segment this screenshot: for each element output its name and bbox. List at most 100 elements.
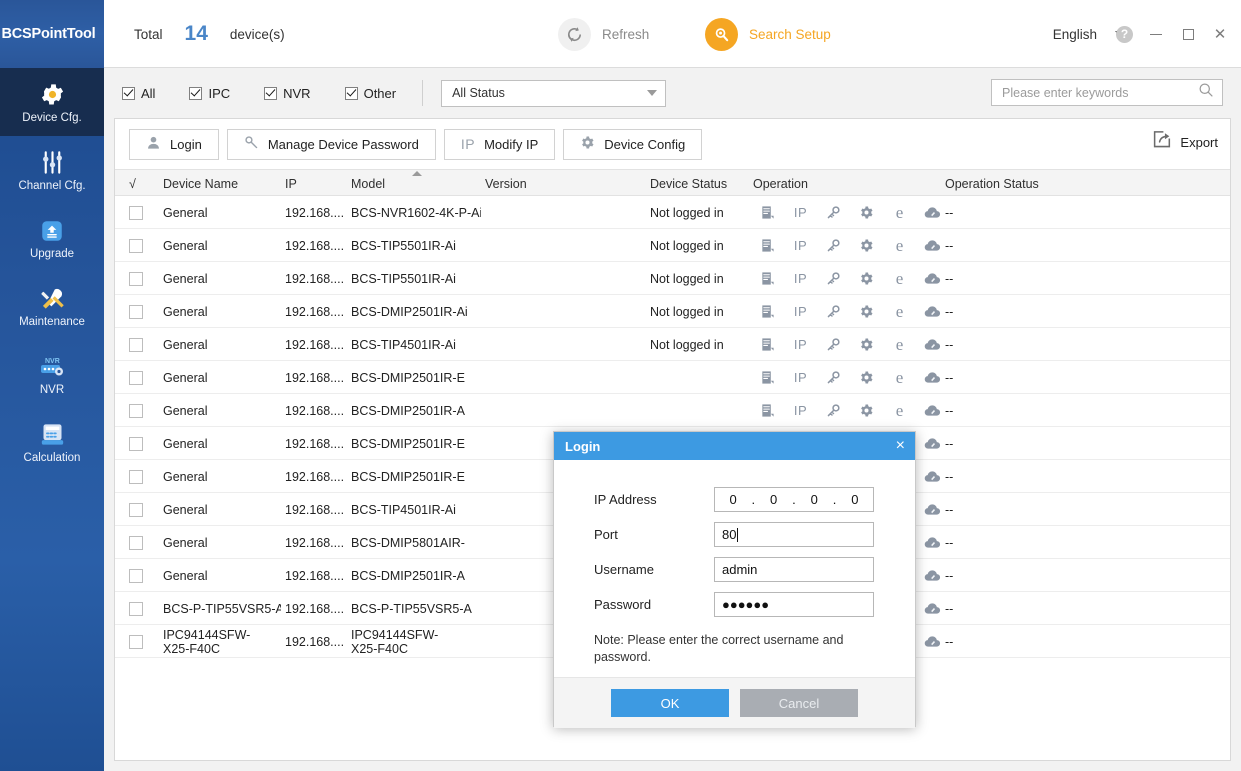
ip-icon[interactable]: IP [784,394,817,427]
login-button[interactable]: Login [129,128,219,160]
gear-icon[interactable] [850,262,883,295]
list-icon[interactable] [751,229,784,262]
ip-icon[interactable]: IP [784,229,817,262]
close-button[interactable]: ✕ [1211,25,1229,43]
ip-icon[interactable]: IP [784,361,817,394]
row-checkbox[interactable] [129,337,143,352]
ip-icon[interactable]: IP [784,295,817,328]
export-button[interactable]: Export [1151,129,1218,155]
edge-icon[interactable]: e [883,295,916,328]
gear-icon[interactable] [850,229,883,262]
close-icon[interactable]: × [896,438,905,454]
row-checkbox[interactable] [129,601,143,616]
cancel-button[interactable]: Cancel [740,689,858,717]
key-icon[interactable] [817,262,850,295]
key-icon[interactable] [817,295,850,328]
key-icon[interactable] [817,328,850,361]
th-check[interactable]: √ [129,170,136,197]
edge-icon[interactable]: e [883,262,916,295]
th-device-status[interactable]: Device Status [650,170,727,197]
key-icon[interactable] [817,196,850,229]
device-config-button[interactable]: Device Config [563,128,703,160]
edge-icon[interactable]: e [883,196,916,229]
ok-button[interactable]: OK [611,689,729,717]
row-checkbox[interactable] [129,370,143,385]
minimize-button[interactable] [1147,25,1165,43]
gear-icon[interactable] [850,328,883,361]
th-operation-status[interactable]: Operation Status [945,170,1039,197]
ip-octet-4[interactable]: 0 [851,492,858,507]
key-icon[interactable] [817,394,850,427]
list-icon[interactable] [751,361,784,394]
list-icon[interactable] [751,394,784,427]
filter-checkbox-ipc[interactable]: IPC [189,86,230,101]
password-field[interactable]: ●●●●●● [714,592,874,617]
modify-ip-button[interactable]: IP Modify IP [443,128,556,160]
maximize-button[interactable] [1179,25,1197,43]
table-row[interactable]: General 192.168.... BCS-TIP4501IR-Ai Not lo… [115,328,1230,361]
sidebar-item-channel-cfg[interactable]: Channel Cfg. [0,136,104,204]
row-checkbox[interactable] [129,436,143,451]
list-icon[interactable] [751,328,784,361]
key-icon[interactable] [817,361,850,394]
ip-octet-3[interactable]: 0 [811,492,818,507]
checkbox-icon[interactable] [264,86,278,100]
th-ip[interactable]: IP [285,170,297,197]
gear-icon[interactable] [850,295,883,328]
checkbox-icon[interactable] [122,86,135,100]
list-icon[interactable] [751,196,784,229]
language-selector[interactable]: English [1053,0,1125,68]
row-checkbox[interactable] [129,469,143,484]
ip-octet-1[interactable]: 0 [729,492,736,507]
sidebar-item-device-cfg[interactable]: Device Cfg. [0,68,104,136]
search-setup-button[interactable]: Search Setup [705,0,831,68]
row-checkbox[interactable] [129,238,143,253]
row-checkbox[interactable] [129,535,143,550]
table-row[interactable]: General 192.168.... BCS-TIP5501IR-Ai Not lo… [115,262,1230,295]
table-row[interactable]: General 192.168.... BCS-DMIP2501IR-Ai Not l… [115,295,1230,328]
row-checkbox[interactable] [129,502,143,517]
key-icon[interactable] [817,229,850,262]
sidebar-item-upgrade[interactable]: Upgrade [0,204,104,272]
checkbox-icon[interactable] [344,86,358,100]
th-operation[interactable]: Operation [753,170,808,197]
ip-octet-2[interactable]: 0 [770,492,777,507]
username-field[interactable]: admin [714,557,874,582]
edge-icon[interactable]: e [883,394,916,427]
filter-checkbox-other[interactable]: Other [344,86,396,101]
row-checkbox[interactable] [129,568,143,583]
port-field[interactable]: 80 [714,522,874,547]
ip-icon[interactable]: IP [784,328,817,361]
sidebar-item-calculation[interactable]: Calculation [0,408,104,476]
filter-checkbox-all[interactable]: All [122,86,155,101]
refresh-button[interactable]: Refresh [558,0,649,68]
gear-icon[interactable] [850,394,883,427]
filter-checkbox-nvr[interactable]: NVR [264,86,311,101]
edge-icon[interactable]: e [883,361,916,394]
table-row[interactable]: General 192.168.... BCS-TIP5501IR-Ai Not lo… [115,229,1230,262]
ip-icon[interactable]: IP [784,262,817,295]
th-version[interactable]: Version [485,170,527,197]
list-icon[interactable] [751,262,784,295]
sidebar-item-maintenance[interactable]: Maintenance [0,272,104,340]
table-row[interactable]: General 192.168.... BCS-DMIP2501IR-A IP e -- [115,394,1230,427]
row-checkbox[interactable] [129,403,143,418]
table-row[interactable]: General 192.168.... BCS-DMIP2501IR-E IP e -- [115,361,1230,394]
manage-device-password-button[interactable]: Manage Device Password [226,128,436,160]
checkbox-icon[interactable] [189,86,203,100]
table-row[interactable]: General 192.168.... BCS-NVR1602-4K-P-Ai Not… [115,196,1230,229]
sidebar-item-nvr[interactable]: NVR NVR [0,340,104,408]
help-icon[interactable]: ? [1116,25,1133,43]
search-input[interactable]: Please enter keywords [991,79,1223,106]
gear-icon[interactable] [850,196,883,229]
edge-icon[interactable]: e [883,229,916,262]
edge-icon[interactable]: e [883,328,916,361]
row-checkbox[interactable] [129,304,143,319]
list-icon[interactable] [751,295,784,328]
th-device-name[interactable]: Device Name [163,170,238,197]
gear-icon[interactable] [850,361,883,394]
row-checkbox[interactable] [129,205,143,220]
search-icon[interactable] [1198,82,1214,103]
row-checkbox[interactable] [129,634,143,649]
status-filter-select[interactable]: All Status [441,79,667,107]
